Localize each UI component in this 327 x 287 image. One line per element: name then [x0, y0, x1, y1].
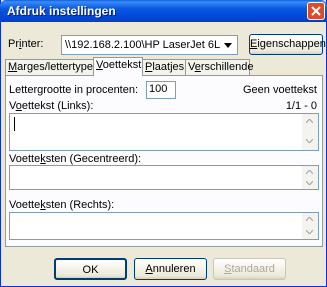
tab-miscellaneous[interactable]: Verschillende	[185, 59, 253, 75]
chevron-down-icon	[224, 43, 232, 48]
scroll-down-button[interactable]	[302, 177, 318, 189]
footer-left-label: Voettekst (Links):	[9, 100, 94, 112]
footer-tab-panel: Lettergrootte in procenten: 100 Geen voe…	[5, 75, 323, 247]
cancel-button[interactable]: Annuleren	[134, 258, 207, 280]
scroll-down-button[interactable]	[302, 226, 318, 239]
title-bar[interactable]: Afdruk instellingen	[0, 0, 327, 22]
scroll-down-button[interactable]	[302, 134, 318, 150]
chevron-down-icon	[306, 139, 313, 143]
footer-left-scrollbar[interactable]	[302, 114, 318, 150]
chevron-up-icon	[306, 119, 313, 123]
printer-dropdown-button[interactable]	[221, 37, 236, 53]
font-size-label: Lettergrootte in procenten:	[9, 84, 139, 96]
page-counter: 1/1 - 0	[285, 100, 317, 112]
properties-button[interactable]: Eigenschappen	[249, 34, 326, 55]
chevron-up-icon	[306, 170, 313, 174]
chevron-down-icon	[306, 230, 313, 234]
scroll-up-button[interactable]	[302, 114, 318, 130]
tab-margins-font[interactable]: Marges/lettertype	[5, 59, 94, 75]
chevron-down-icon	[306, 181, 313, 185]
footer-center-scrollbar[interactable]	[302, 166, 318, 189]
close-button[interactable]	[307, 2, 325, 20]
printer-label: Printer:	[8, 38, 44, 50]
footer-center-label: Voetteksten (Gecentreerd):	[9, 153, 142, 165]
printer-select-value: \\192.168.2.100\HP LaserJet 6L	[65, 39, 221, 51]
ok-button[interactable]: OK	[54, 258, 127, 280]
tab-footer[interactable]: Voettekst	[93, 57, 143, 76]
print-settings-dialog: Afdruk instellingen Printer: \\192.168.2…	[0, 0, 327, 287]
scroll-up-button[interactable]	[302, 213, 318, 226]
footer-left-textarea[interactable]	[9, 113, 319, 151]
window-title: Afdruk instellingen	[7, 4, 116, 18]
font-size-input[interactable]: 100	[146, 81, 176, 99]
close-icon	[311, 6, 321, 16]
tab-trays[interactable]: Plaatjes	[142, 59, 186, 75]
printer-select[interactable]: \\192.168.2.100\HP LaserJet 6L	[61, 35, 238, 55]
chevron-up-icon	[306, 217, 313, 221]
footer-right-textarea[interactable]	[9, 212, 319, 240]
footer-right-scrollbar[interactable]	[302, 213, 318, 239]
default-button[interactable]: Standaard	[213, 258, 286, 280]
text-caret	[14, 117, 15, 131]
no-footer-label: Geen voettekst	[243, 84, 317, 96]
footer-center-textarea[interactable]	[9, 165, 319, 190]
footer-right-label: Voetteksten (Rechts):	[9, 199, 115, 211]
